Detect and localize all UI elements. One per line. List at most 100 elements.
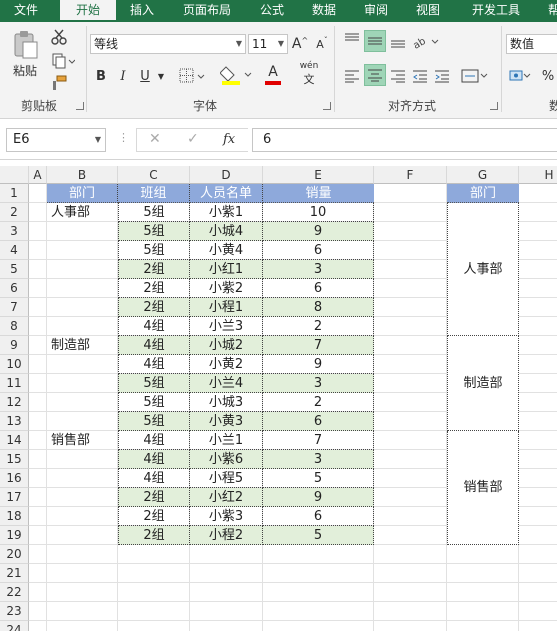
table-cell[interactable]: 6 <box>263 279 374 298</box>
table-cell[interactable]: 4组 <box>118 336 190 355</box>
column-header-c[interactable]: C <box>118 166 190 184</box>
table-cell[interactable]: 小兰1 <box>190 431 263 450</box>
row-header-23[interactable]: 23 <box>0 602 29 621</box>
row-header-24[interactable]: 24 <box>0 621 29 631</box>
tab-view[interactable]: 视图 <box>406 0 450 22</box>
orientation-icon[interactable]: ab <box>412 30 440 52</box>
table-cell[interactable]: 小紫2 <box>190 279 263 298</box>
table-header-cell[interactable]: 人员名单 <box>190 184 263 203</box>
tab-review[interactable]: 审阅 <box>354 0 398 22</box>
table-cell[interactable]: 5组 <box>118 393 190 412</box>
table-cell[interactable]: 小程1 <box>190 298 263 317</box>
table-cell[interactable]: 2组 <box>118 507 190 526</box>
insert-function-icon[interactable]: fx <box>223 132 235 147</box>
row-header-17[interactable]: 17 <box>0 488 29 507</box>
chevron-down-icon[interactable]: ▼ <box>156 66 166 86</box>
column-header-d[interactable]: D <box>190 166 263 184</box>
cut-icon[interactable] <box>50 28 68 46</box>
table-header-cell[interactable]: 销量 <box>263 184 374 203</box>
clipboard-launcher-icon[interactable] <box>76 102 84 110</box>
table-cell[interactable]: 小紫1 <box>190 203 263 222</box>
table-cell[interactable]: 5组 <box>118 222 190 241</box>
row-header-22[interactable]: 22 <box>0 583 29 602</box>
table-cell[interactable]: 3 <box>263 450 374 469</box>
align-top-icon[interactable] <box>342 30 362 50</box>
table-cell[interactable]: 小紫3 <box>190 507 263 526</box>
table-cell[interactable]: 4组 <box>118 431 190 450</box>
decrease-indent-icon[interactable] <box>410 66 430 86</box>
table-cell[interactable]: 小红1 <box>190 260 263 279</box>
column-header-h[interactable]: H <box>519 166 557 184</box>
table-cell[interactable]: 2 <box>263 393 374 412</box>
table-cell[interactable]: 3 <box>263 260 374 279</box>
table-cell[interactable]: 7 <box>263 336 374 355</box>
row-header-18[interactable]: 18 <box>0 507 29 526</box>
merged-department-cell[interactable]: 制造部 <box>447 336 519 431</box>
worksheet-grid[interactable]: A B C D E F G H 1 2 3 4 5 6 7 8 9 10 11 12 13 14 15 16 17 18 19 20 2… <box>0 166 557 631</box>
table-cell[interactable]: 小城2 <box>190 336 263 355</box>
table-cell[interactable]: 小兰4 <box>190 374 263 393</box>
row-header-19[interactable]: 19 <box>0 526 29 545</box>
increase-indent-icon[interactable] <box>432 66 452 86</box>
table-cell[interactable]: 4组 <box>118 450 190 469</box>
phonetic-button[interactable]: wén 文 <box>296 61 322 86</box>
currency-icon[interactable] <box>508 66 532 86</box>
align-left-icon[interactable] <box>342 66 362 86</box>
table-header-cell[interactable]: 班组 <box>118 184 190 203</box>
tab-file[interactable]: 文件 <box>0 0 52 22</box>
tab-insert[interactable]: 插入 <box>120 0 164 22</box>
row-header-13[interactable]: 13 <box>0 412 29 431</box>
more-options-icon[interactable]: ⋮ <box>118 131 129 144</box>
align-middle-icon[interactable] <box>364 30 386 52</box>
merged-department-cell[interactable]: 人事部 <box>447 203 519 336</box>
row-header-8[interactable]: 8 <box>0 317 29 336</box>
align-right-icon[interactable] <box>388 66 408 86</box>
grow-font-button[interactable]: A ^ <box>292 34 308 54</box>
table-cell[interactable]: 5组 <box>118 412 190 431</box>
merged-header-cell[interactable]: 部门 <box>447 184 519 203</box>
format-painter-icon[interactable] <box>50 74 68 92</box>
row-header-2[interactable]: 2 <box>0 203 29 222</box>
table-cell[interactable]: 小城4 <box>190 222 263 241</box>
percent-button[interactable]: % <box>540 66 556 86</box>
row-header-12[interactable]: 12 <box>0 393 29 412</box>
department-label[interactable]: 人事部 <box>47 203 118 222</box>
cancel-icon[interactable]: ✕ <box>149 131 161 147</box>
department-label[interactable]: 销售部 <box>47 431 118 450</box>
row-header-14[interactable]: 14 <box>0 431 29 450</box>
row-header-21[interactable]: 21 <box>0 564 29 583</box>
column-header-f[interactable]: F <box>374 166 447 184</box>
font-name-combobox[interactable]: 等线 ▼ <box>90 34 246 54</box>
table-cell[interactable]: 小兰3 <box>190 317 263 336</box>
table-cell[interactable]: 3 <box>263 374 374 393</box>
column-header-a[interactable]: A <box>29 166 47 184</box>
shrink-font-button[interactable]: Aˇ <box>314 34 330 54</box>
table-cell[interactable]: 5组 <box>118 374 190 393</box>
table-cell[interactable]: 5 <box>263 469 374 488</box>
table-cell[interactable]: 5 <box>263 526 374 545</box>
table-cell[interactable]: 5组 <box>118 241 190 260</box>
number-format-combobox[interactable]: 数值 <box>506 34 557 54</box>
align-center-icon[interactable] <box>364 64 386 86</box>
tab-data[interactable]: 数据 <box>302 0 346 22</box>
table-cell[interactable]: 7 <box>263 431 374 450</box>
table-cell[interactable]: 6 <box>263 241 374 260</box>
borders-icon[interactable] <box>178 66 206 86</box>
underline-button[interactable]: U <box>136 66 154 86</box>
copy-icon[interactable] <box>50 52 76 70</box>
table-cell[interactable]: 小黄3 <box>190 412 263 431</box>
row-header-5[interactable]: 5 <box>0 260 29 279</box>
table-cell[interactable]: 2组 <box>118 279 190 298</box>
table-cell[interactable]: 小黄2 <box>190 355 263 374</box>
select-all-corner[interactable] <box>0 166 29 184</box>
tab-developer[interactable]: 开发工具 <box>460 0 532 22</box>
table-cell[interactable]: 9 <box>263 222 374 241</box>
row-header-7[interactable]: 7 <box>0 298 29 317</box>
tab-help[interactable]: 帮助 <box>540 0 557 22</box>
table-header-cell[interactable]: 部门 <box>47 184 118 203</box>
tab-formulas[interactable]: 公式 <box>250 0 294 22</box>
merge-center-icon[interactable] <box>460 66 490 86</box>
table-cell[interactable]: 小城3 <box>190 393 263 412</box>
name-box[interactable]: E6 ▼ <box>6 128 106 152</box>
align-bottom-icon[interactable] <box>388 30 408 52</box>
